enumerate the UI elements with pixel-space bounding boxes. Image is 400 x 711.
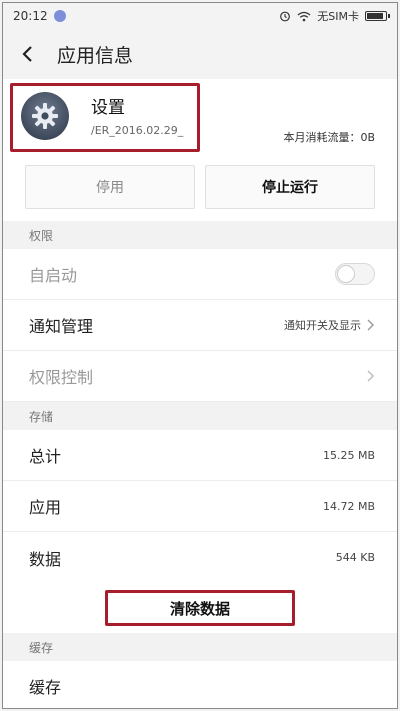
monthly-traffic: 本月消耗流量：0B	[283, 131, 375, 144]
permission-control-label: 权限控制	[29, 368, 94, 387]
notification-management-row[interactable]: 通知管理 通知开关及显示	[3, 300, 397, 351]
page-title: 应用信息	[57, 44, 134, 67]
app-bar: 应用信息	[3, 29, 397, 79]
storage-total-row: 总计 15.25 MB	[3, 430, 397, 481]
storage-app-row: 应用 14.72 MB	[3, 481, 397, 532]
app-size-value: 14.72 MB	[322, 499, 375, 513]
autostart-row[interactable]: 自启动	[3, 249, 397, 300]
app-highlight-box	[10, 83, 200, 152]
notification-label: 通知管理	[29, 317, 94, 336]
app-size-label: 应用	[29, 498, 62, 517]
clear-data-button[interactable]: 清除数据	[105, 590, 295, 626]
chevron-right-icon	[367, 370, 374, 382]
battery-icon	[365, 11, 390, 21]
status-bar: 20:12 无SIM卡	[3, 3, 397, 29]
autostart-toggle[interactable]	[335, 263, 375, 285]
section-header-permissions: 权限	[3, 221, 397, 249]
autostart-label: 自启动	[29, 266, 78, 285]
clear-data-container: 清除数据	[3, 583, 397, 633]
notification-value: 通知开关及显示	[284, 319, 361, 332]
back-icon[interactable]	[17, 43, 39, 65]
chevron-right-icon	[367, 319, 374, 331]
cache-label: 缓存	[29, 678, 62, 697]
data-size-value: 544 KB	[335, 551, 375, 564]
section-header-storage: 存储	[3, 402, 397, 430]
total-value: 15.25 MB	[322, 448, 375, 462]
action-buttons: 停用 停止运行	[3, 159, 397, 221]
cache-row: 缓存	[3, 661, 397, 708]
permission-control-row[interactable]: 权限控制	[3, 351, 397, 402]
section-header-cache: 缓存	[3, 633, 397, 661]
screen: 20:12 无SIM卡 应用信息 设置 /ER_2016.02.29_ 本月消耗…	[2, 2, 398, 709]
storage-data-row: 数据 544 KB	[3, 532, 397, 583]
notification-icon	[53, 10, 66, 22]
status-time: 20:12	[13, 9, 48, 23]
sim-status: 无SIM卡	[317, 10, 359, 23]
wifi-icon	[297, 11, 311, 21]
disable-button[interactable]: 停用	[25, 165, 195, 209]
force-stop-button[interactable]: 停止运行	[205, 165, 375, 209]
data-size-label: 数据	[29, 549, 62, 569]
alarm-icon	[280, 11, 291, 22]
total-label: 总计	[29, 447, 62, 466]
